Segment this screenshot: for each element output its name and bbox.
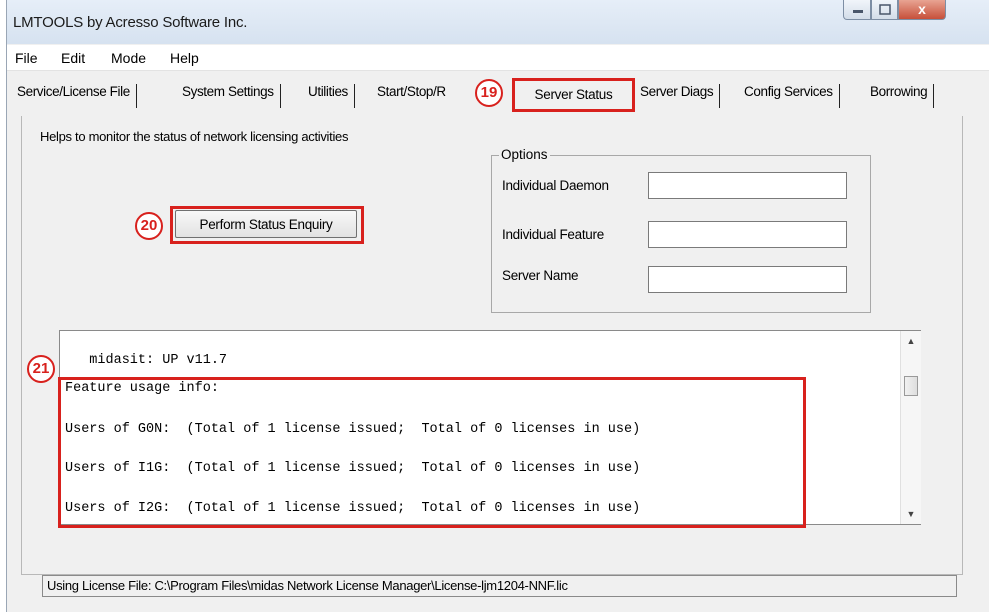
individual-feature-label: Individual Feature [502, 227, 604, 242]
tab-borrowing[interactable]: Borrowing [870, 84, 935, 108]
server-name-label: Server Name [502, 268, 579, 283]
minimize-icon [844, 0, 870, 19]
tab-server-status[interactable]: Server Status [512, 78, 635, 112]
tab-start-stop-reread[interactable]: Start/Stop/R [377, 84, 473, 108]
annotation-badge-21: 21 [27, 355, 55, 383]
scroll-down-icon[interactable]: ▼ [901, 504, 921, 524]
menu-bar: File Edit Mode Help [7, 45, 989, 71]
scroll-thumb[interactable] [904, 376, 918, 396]
maximize-button[interactable] [871, 0, 898, 20]
lmtools-window: LMTOOLS by Acresso Software Inc. x File … [6, 0, 989, 612]
tab-system-settings[interactable]: System Settings [182, 84, 281, 108]
perform-status-enquiry-button[interactable]: Perform Status Enquiry [175, 210, 357, 238]
annotation-badge-20: 20 [135, 212, 163, 240]
close-button[interactable]: x [898, 0, 946, 20]
server-name-input[interactable] [648, 266, 847, 293]
individual-daemon-label: Individual Daemon [502, 178, 609, 193]
feature-usage-highlight [58, 377, 806, 528]
tab-server-diags[interactable]: Server Diags [640, 84, 721, 108]
menu-edit[interactable]: Edit [61, 50, 85, 66]
menu-help[interactable]: Help [170, 50, 199, 66]
output-scrollbar[interactable]: ▲ ▼ [900, 331, 921, 524]
tab-service-license-file[interactable]: Service/License File [17, 84, 137, 108]
options-legend: Options [499, 147, 550, 162]
scroll-up-icon[interactable]: ▲ [901, 331, 921, 351]
menu-mode[interactable]: Mode [111, 50, 146, 66]
output-line: midasit: UP v11.7 [65, 353, 228, 368]
panel-description: Helps to monitor the status of network l… [40, 129, 349, 144]
individual-feature-input[interactable] [648, 221, 847, 248]
individual-daemon-input[interactable] [648, 172, 847, 199]
menu-file[interactable]: File [15, 50, 38, 66]
close-icon: x [918, 1, 926, 17]
minimize-button[interactable] [843, 0, 871, 20]
annotation-badge-19: 19 [475, 79, 503, 107]
maximize-icon [872, 0, 897, 19]
tab-utilities[interactable]: Utilities [308, 84, 355, 108]
status-bar: Using License File: C:\Program Files\mid… [42, 575, 957, 597]
tab-config-services[interactable]: Config Services [744, 84, 840, 108]
window-title: LMTOOLS by Acresso Software Inc. [13, 14, 248, 31]
title-bar: LMTOOLS by Acresso Software Inc. x [7, 0, 989, 44]
